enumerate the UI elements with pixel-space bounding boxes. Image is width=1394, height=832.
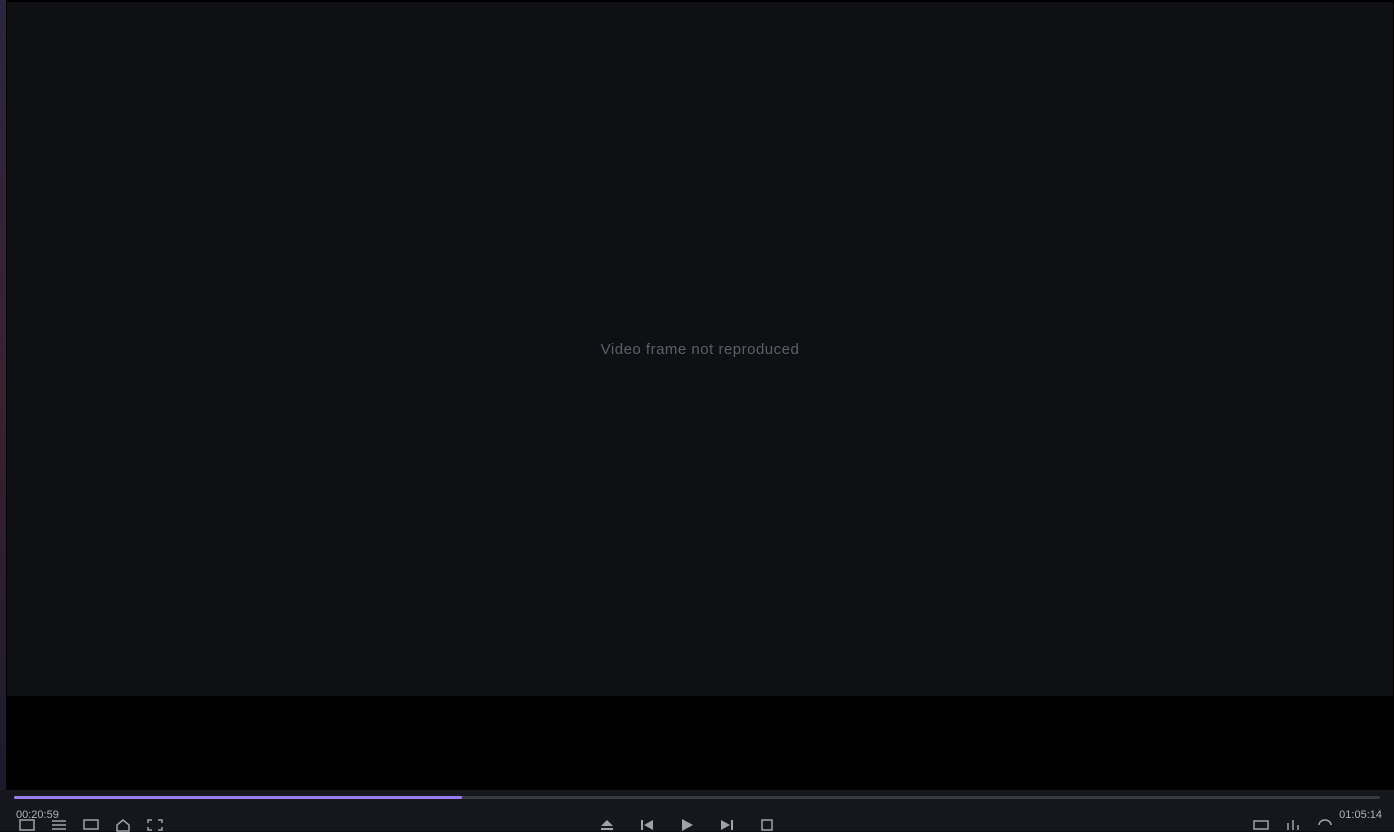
subtitle-icon[interactable]: [18, 818, 36, 832]
playback-controls: [598, 818, 776, 832]
settings-icon[interactable]: [1252, 818, 1270, 832]
screen-icon[interactable]: [82, 818, 100, 832]
left-controls: [18, 818, 164, 832]
control-bar: 00:20:59 01:05:14: [0, 790, 1394, 832]
total-time: 01:05:14: [1339, 809, 1382, 821]
eject-icon[interactable]: [598, 818, 616, 832]
seek-bar[interactable]: [14, 796, 1380, 799]
stop-icon[interactable]: [758, 818, 776, 832]
play-icon[interactable]: [678, 818, 696, 832]
next-icon[interactable]: [718, 818, 736, 832]
right-controls: [1252, 818, 1334, 832]
video-placeholder-text: Video frame not reproduced: [600, 340, 800, 358]
fullscreen-icon[interactable]: [146, 818, 164, 832]
video-frame[interactable]: Video frame not reproduced: [7, 2, 1393, 696]
previous-icon[interactable]: [638, 818, 656, 832]
home-icon[interactable]: [114, 818, 132, 832]
equalizer-icon[interactable]: [1284, 818, 1302, 832]
video-stage[interactable]: Video frame not reproduced: [6, 0, 1394, 790]
repeat-icon[interactable]: [1316, 818, 1334, 832]
playlist-icon[interactable]: [50, 818, 68, 832]
video-player-window: Video frame not reproduced 00:20:59 01:0…: [0, 0, 1394, 832]
seek-bar-progress: [14, 796, 463, 799]
